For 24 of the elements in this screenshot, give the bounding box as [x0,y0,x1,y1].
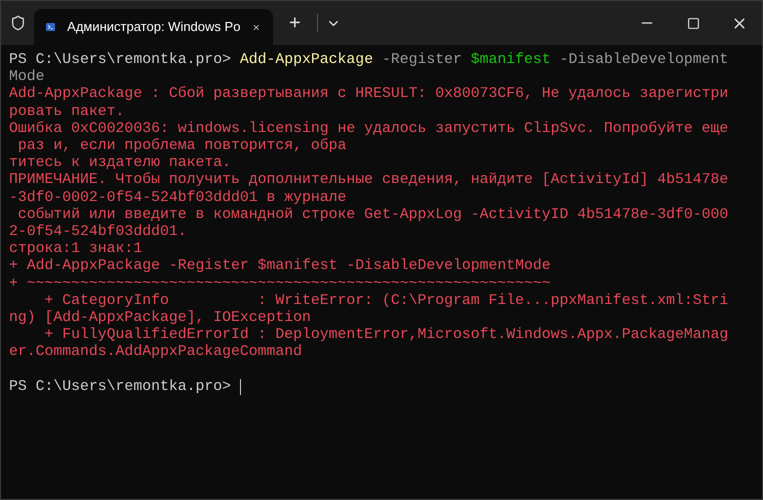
terminal-line: PS C:\Users\remontka.pro> [9,378,232,396]
error-line: 2-0f54-524bf03ddd01. [9,224,187,242]
terminal-line: PS C:\Users\remontka.pro> Add-AppxPackage -Register $manifest -DisableDevelopment [9,52,728,69]
terminal-tab[interactable]: Администратор: Windows Po [34,9,273,45]
error-line: строка:1 знак:1 [9,241,142,258]
new-tab-button[interactable]: + [281,8,309,38]
terminal-line: Mode [9,69,45,86]
tab-title: Администратор: Windows Po [67,18,240,36]
maximize-icon[interactable] [686,16,700,30]
error-line: ng) [Add-AppxPackage], IOException [9,310,311,327]
error-line: ПРИМЕЧАНИЕ. Чтобы получить дополнительные сведения, найдите [ActivityId] 4b51478e [9,172,728,190]
error-line: + Add-AppxPackage -Register $manifest -DisableDevelopmentMode [9,258,551,276]
error-line: + CategoryInfo : WriteError: (C:\Program File...ppxManifest.xml:Stri [44,292,728,310]
error-line: титесь к издателю пакета. [9,155,231,172]
error-line: + FullyQualifiedErrorId : DeploymentError,Microsoft.Windows.Appx.PackageManag [44,327,728,344]
error-line: событий или введите в командной строке Get-AppxLog -ActivityID 4b51478e-3df0-000 [16,206,728,224]
error-line: er.Commands.AddAppxPackageCommand [9,344,302,362]
error-line: Add-AppxPackage : Сбой развертывания с HRESULT: 0x80073CF6, Не удалось зарегистри [9,86,728,104]
error-line: ровать пакет. [9,104,124,121]
error-line: + ~~~~~~~~~~~~~~~~~~~~~~~~~~~~~~~~~~~~~~~~~~~~~~~~~~~~~~~~~~~ [9,276,551,293]
error-line: -3df0-0002-0f54-524bf03ddd01 в журнале [9,190,346,207]
error-line: Ошибка 0xC0020036: windows.licensing не удалось запустить ClipSvc. Попробуйте еще [9,120,728,138]
error-line: раз и, если проблема повторится, обра [16,138,346,156]
shield-icon[interactable] [10,15,26,31]
